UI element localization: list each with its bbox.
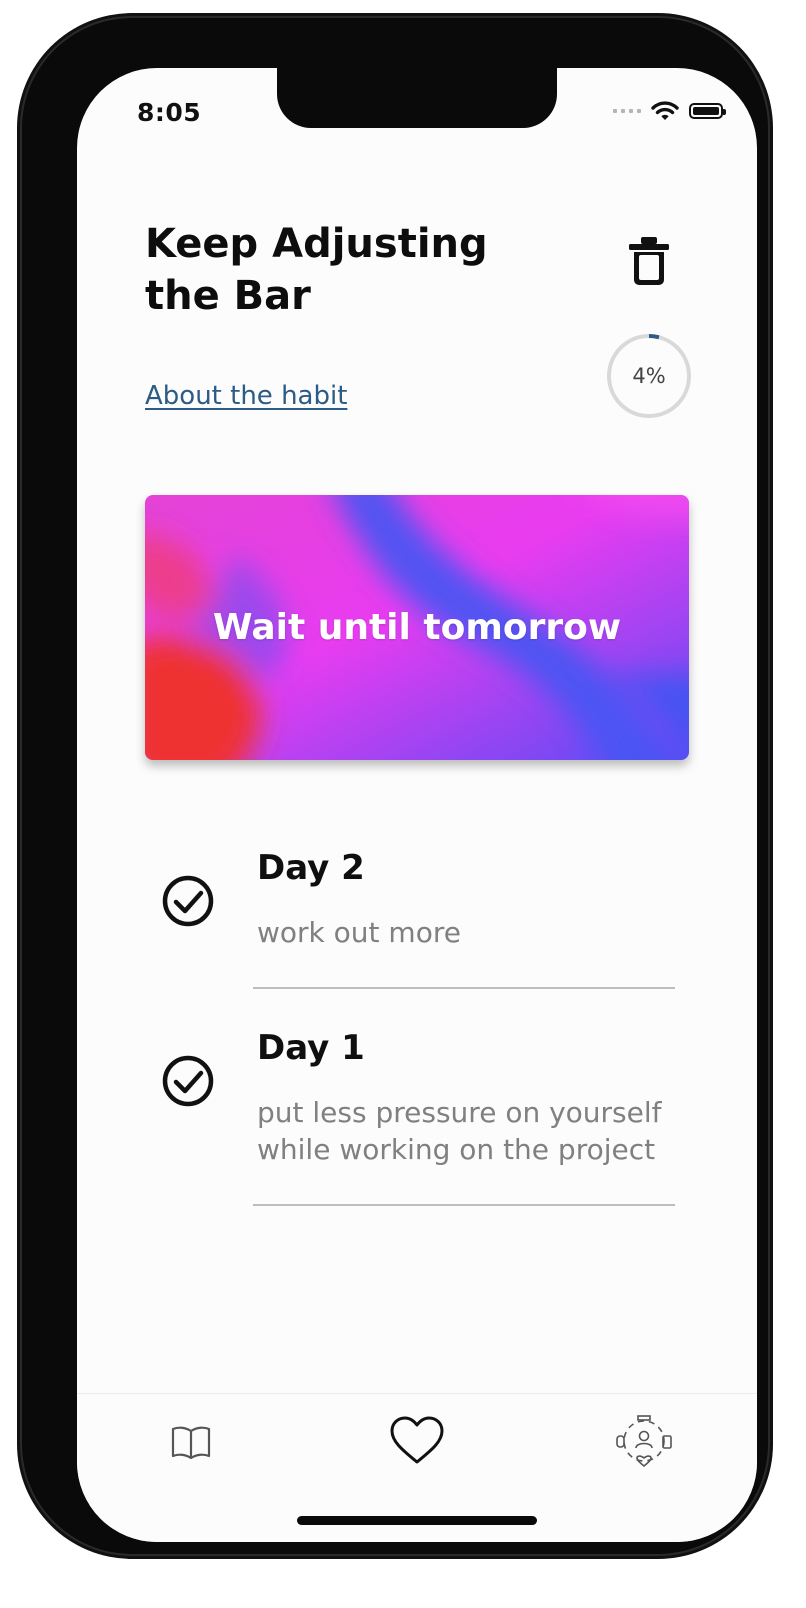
status-time: 8:05: [137, 98, 202, 127]
wellbeing-icon[interactable]: [615, 1412, 673, 1470]
app-screen: 8:05 Keep Adjusting the Bar About the ha…: [77, 68, 757, 1542]
habit-title: Keep Adjusting the Bar: [145, 221, 488, 319]
habit-banner[interactable]: Wait until tomorrow: [145, 495, 689, 760]
heart-icon[interactable]: [389, 1416, 445, 1466]
checkmark-circle-icon[interactable]: [161, 1054, 215, 1108]
divider: [253, 987, 675, 989]
book-icon[interactable]: [171, 1426, 211, 1460]
divider: [253, 1204, 675, 1206]
banner-text: Wait until tomorrow: [212, 607, 622, 648]
checkmark-circle-icon[interactable]: [161, 874, 215, 928]
cellular-signal-icon: [613, 109, 641, 113]
battery-icon: [689, 103, 726, 119]
entry-note: work out more: [257, 916, 461, 949]
wifi-icon: [651, 101, 679, 120]
entry-note: put less pressure on yourself while work…: [257, 1096, 662, 1166]
notch: [277, 68, 557, 128]
about-habit-link[interactable]: About the habit: [145, 381, 347, 411]
trash-icon[interactable]: [627, 236, 671, 286]
progress-label: 4%: [632, 364, 666, 388]
phone-frame: 8:05 Keep Adjusting the Bar About the ha…: [22, 18, 768, 1554]
entry-day: Day 2: [257, 848, 365, 888]
home-indicator: [297, 1516, 537, 1525]
status-icons: [613, 100, 726, 122]
entry-day: Day 1: [257, 1028, 365, 1068]
